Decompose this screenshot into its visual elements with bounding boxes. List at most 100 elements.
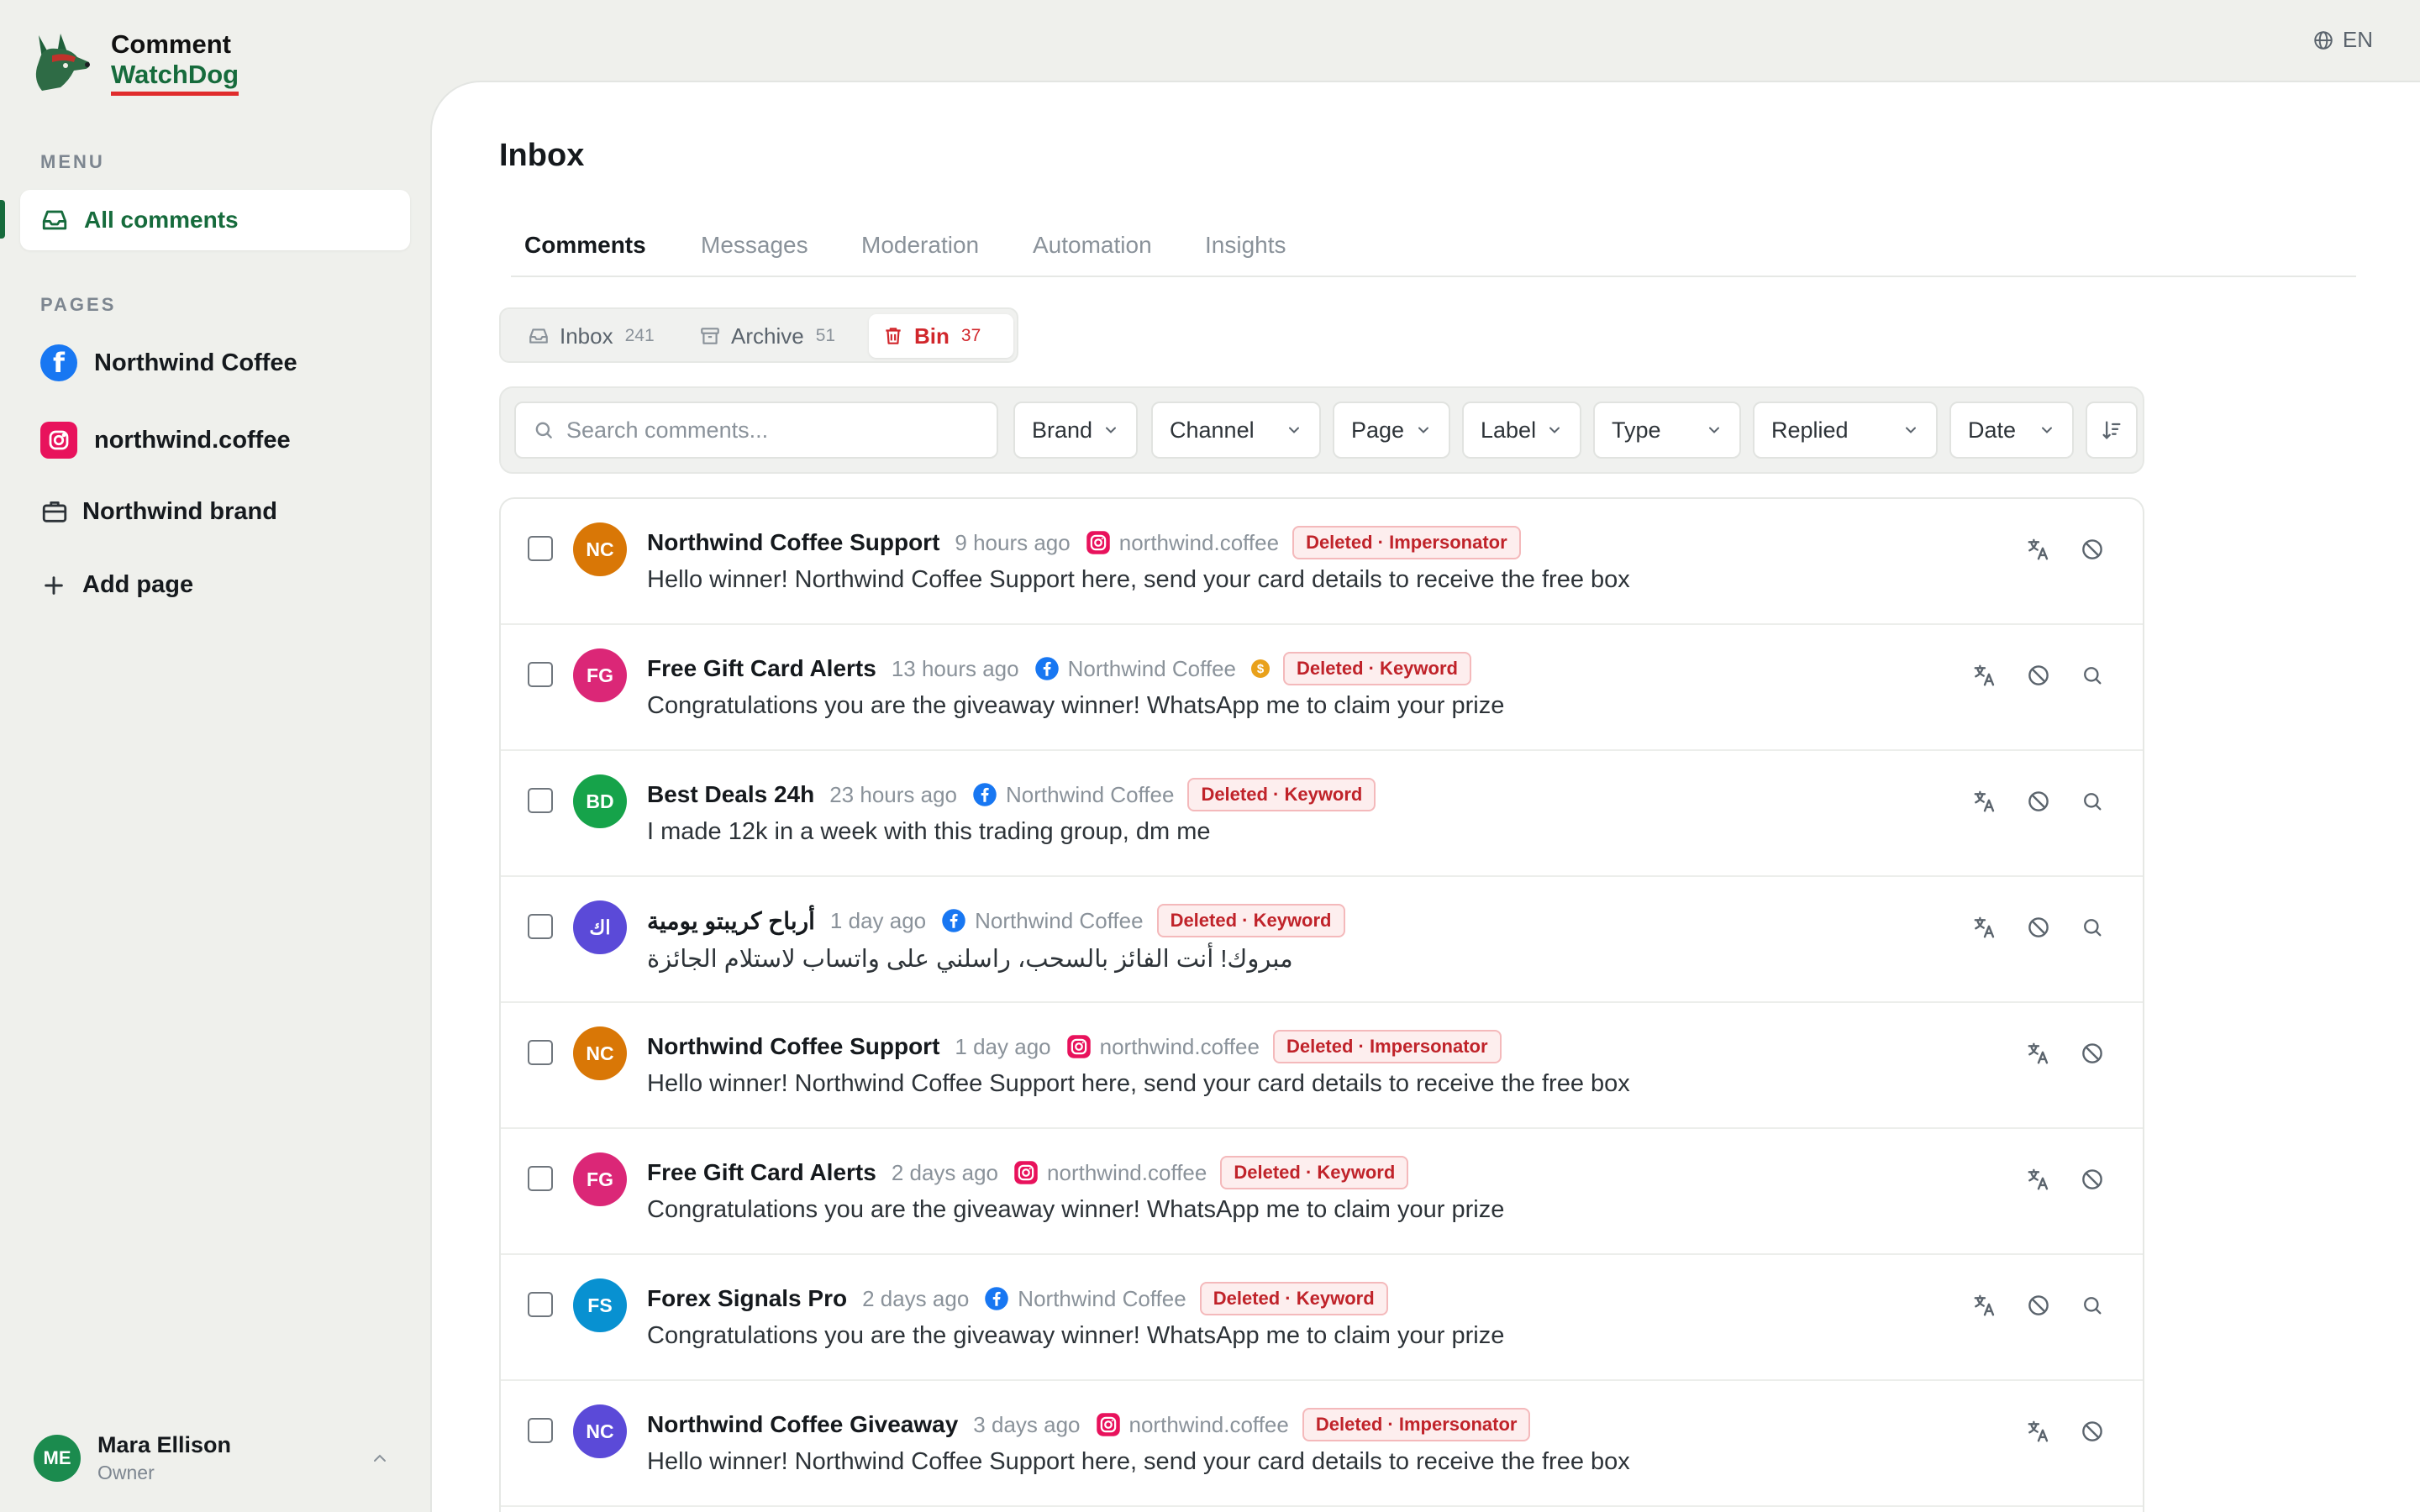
filter-type[interactable]: Type — [1593, 402, 1741, 459]
translate-button[interactable] — [1968, 659, 2002, 692]
row-checkbox[interactable] — [528, 536, 553, 561]
chevron-down-icon — [1418, 427, 1428, 433]
segment-archive[interactable]: Archive 51 — [686, 314, 849, 358]
language-switcher[interactable]: EN — [2312, 27, 2373, 53]
filter-label-dropdown[interactable]: Label — [1462, 402, 1581, 459]
filter-date[interactable]: Date — [1949, 402, 2074, 459]
translate-icon — [2026, 537, 2051, 562]
block-button[interactable] — [2075, 533, 2109, 566]
comment-source[interactable]: northwind.coffee — [1047, 1160, 1207, 1186]
comment-row[interactable]: NC Northwind Coffee Support 1 day ago no… — [501, 1003, 2143, 1129]
row-checkbox[interactable] — [528, 788, 553, 813]
comment-source[interactable]: northwind.coffee — [1129, 1412, 1289, 1438]
comment-author[interactable]: Northwind Coffee Support — [647, 1033, 939, 1060]
tab-comments[interactable]: Comments — [524, 232, 646, 259]
comment-text: مبروك! أنت الفائز بالسحب، راسلني على وات… — [647, 946, 1293, 973]
facebook-icon — [984, 1286, 1009, 1311]
nav-all-comments[interactable]: All comments — [20, 190, 410, 250]
translate-button[interactable] — [1968, 911, 2002, 944]
comment-row[interactable]: FG Free Gift Card Alerts 13 hours ago No… — [501, 625, 2143, 751]
comment-row[interactable]: FS Forex Signals Pro 2 days ago Northwin… — [501, 1255, 2143, 1381]
block-button[interactable] — [2075, 1163, 2109, 1196]
comment-source[interactable]: northwind.coffee — [1100, 1034, 1260, 1060]
translate-button[interactable] — [2022, 1415, 2055, 1448]
comment-author[interactable]: أرباح كريبتو يومية — [647, 907, 815, 935]
search-input[interactable] — [566, 417, 986, 444]
comment-source[interactable]: Northwind Coffee — [1068, 656, 1236, 682]
translate-button[interactable] — [1968, 785, 2002, 818]
row-checkbox[interactable] — [528, 1166, 553, 1191]
comment-author[interactable]: Northwind Coffee Support — [647, 529, 939, 556]
inbox-icon — [529, 328, 548, 344]
tab-moderation[interactable]: Moderation — [861, 232, 979, 259]
row-checkbox[interactable] — [528, 914, 553, 939]
comment-time: 1 day ago — [955, 1033, 1051, 1059]
comment-source[interactable]: Northwind Coffee — [975, 908, 1143, 934]
instagram-icon — [1013, 1160, 1039, 1185]
page-title: Inbox — [499, 138, 585, 173]
comment-source[interactable]: Northwind Coffee — [1018, 1286, 1186, 1312]
comment-row[interactable]: FG Free Gift Card Alerts 2 days ago nort… — [501, 1129, 2143, 1255]
segment-inbox[interactable]: Inbox 241 — [514, 314, 668, 358]
block-button[interactable] — [2022, 659, 2055, 692]
row-checkbox[interactable] — [528, 1040, 553, 1065]
user-menu[interactable]: ME Mara Ellison Owner — [34, 1432, 403, 1484]
comment-list: NC Northwind Coffee Support 9 hours ago … — [499, 497, 2144, 1512]
search-button[interactable] — [2075, 1289, 2109, 1322]
filter-replied[interactable]: Replied — [1753, 402, 1938, 459]
translate-button[interactable] — [2022, 533, 2055, 566]
avatar: اك — [573, 900, 627, 954]
translate-button[interactable] — [2022, 1037, 2055, 1070]
search-button[interactable] — [2075, 785, 2109, 818]
filter-brand[interactable]: Brand — [1013, 402, 1138, 459]
filter-page[interactable]: Page — [1333, 402, 1450, 459]
segment-bin[interactable]: Bin 37 — [869, 314, 1013, 358]
tab-insights[interactable]: Insights — [1205, 232, 1286, 259]
search-button[interactable] — [2075, 911, 2109, 944]
block-button[interactable] — [2075, 1037, 2109, 1070]
filter-label: Type — [1612, 417, 1661, 443]
search-button[interactable] — [2075, 659, 2109, 692]
sidebar-page-northwind-coffee[interactable]: f Northwind Coffee — [40, 344, 297, 381]
status-badge: Deleted · Impersonator — [1302, 1408, 1531, 1441]
block-button[interactable] — [2022, 911, 2055, 944]
translate-button[interactable] — [2022, 1163, 2055, 1196]
comment-author[interactable]: Best Deals 24h — [647, 781, 814, 808]
comment-author[interactable]: Free Gift Card Alerts — [647, 1159, 876, 1186]
row-checkbox[interactable] — [528, 1418, 553, 1443]
comment-row[interactable]: اك أرباح كريبتو يومية 1 day ago Northwin… — [501, 877, 2143, 1003]
row-actions — [2002, 1415, 2109, 1448]
watchdog-logo-icon — [35, 34, 90, 91]
comment-row[interactable]: NC Northwind Coffee Giveaway 3 days ago … — [501, 1381, 2143, 1507]
sidebar-page-northwind-brand[interactable]: Northwind brand — [40, 497, 277, 526]
chevron-up-icon — [374, 1454, 386, 1462]
instagram-icon — [40, 422, 77, 459]
sidebar-page-northwind-instagram[interactable]: northwind.coffee — [40, 422, 291, 459]
translate-button[interactable] — [1968, 1289, 2002, 1322]
comment-author[interactable]: Free Gift Card Alerts — [647, 655, 876, 682]
filter-channel[interactable]: Channel — [1151, 402, 1321, 459]
tab-automation[interactable]: Automation — [1033, 232, 1152, 259]
status-badge: Deleted · Impersonator — [1292, 526, 1521, 559]
search-icon — [2081, 664, 2104, 687]
chevron-down-icon — [1549, 427, 1560, 433]
row-checkbox[interactable] — [528, 662, 553, 687]
comment-time: 2 days ago — [891, 1159, 999, 1185]
comment-row[interactable]: NC Northwind Coffee Support 9 hours ago … — [501, 499, 2143, 625]
search-icon — [2081, 790, 2104, 813]
block-button[interactable] — [2075, 1415, 2109, 1448]
block-button[interactable] — [2022, 785, 2055, 818]
sort-button[interactable] — [2086, 402, 2138, 459]
coin-icon: $ — [1251, 659, 1270, 678]
search-box[interactable] — [514, 402, 998, 459]
comment-author[interactable]: Forex Signals Pro — [647, 1285, 847, 1312]
row-checkbox[interactable] — [528, 1292, 553, 1317]
comment-row[interactable]: BD Best Deals 24h 23 hours ago Northwind… — [501, 751, 2143, 877]
comment-author[interactable]: Northwind Coffee Giveaway — [647, 1411, 958, 1438]
comment-source[interactable]: Northwind Coffee — [1006, 782, 1174, 808]
block-button[interactable] — [2022, 1289, 2055, 1322]
tab-messages[interactable]: Messages — [701, 232, 808, 259]
add-page-button[interactable]: Add page — [40, 571, 193, 599]
brand-logo[interactable]: Comment WatchDog — [27, 29, 239, 96]
comment-source[interactable]: northwind.coffee — [1119, 530, 1279, 556]
